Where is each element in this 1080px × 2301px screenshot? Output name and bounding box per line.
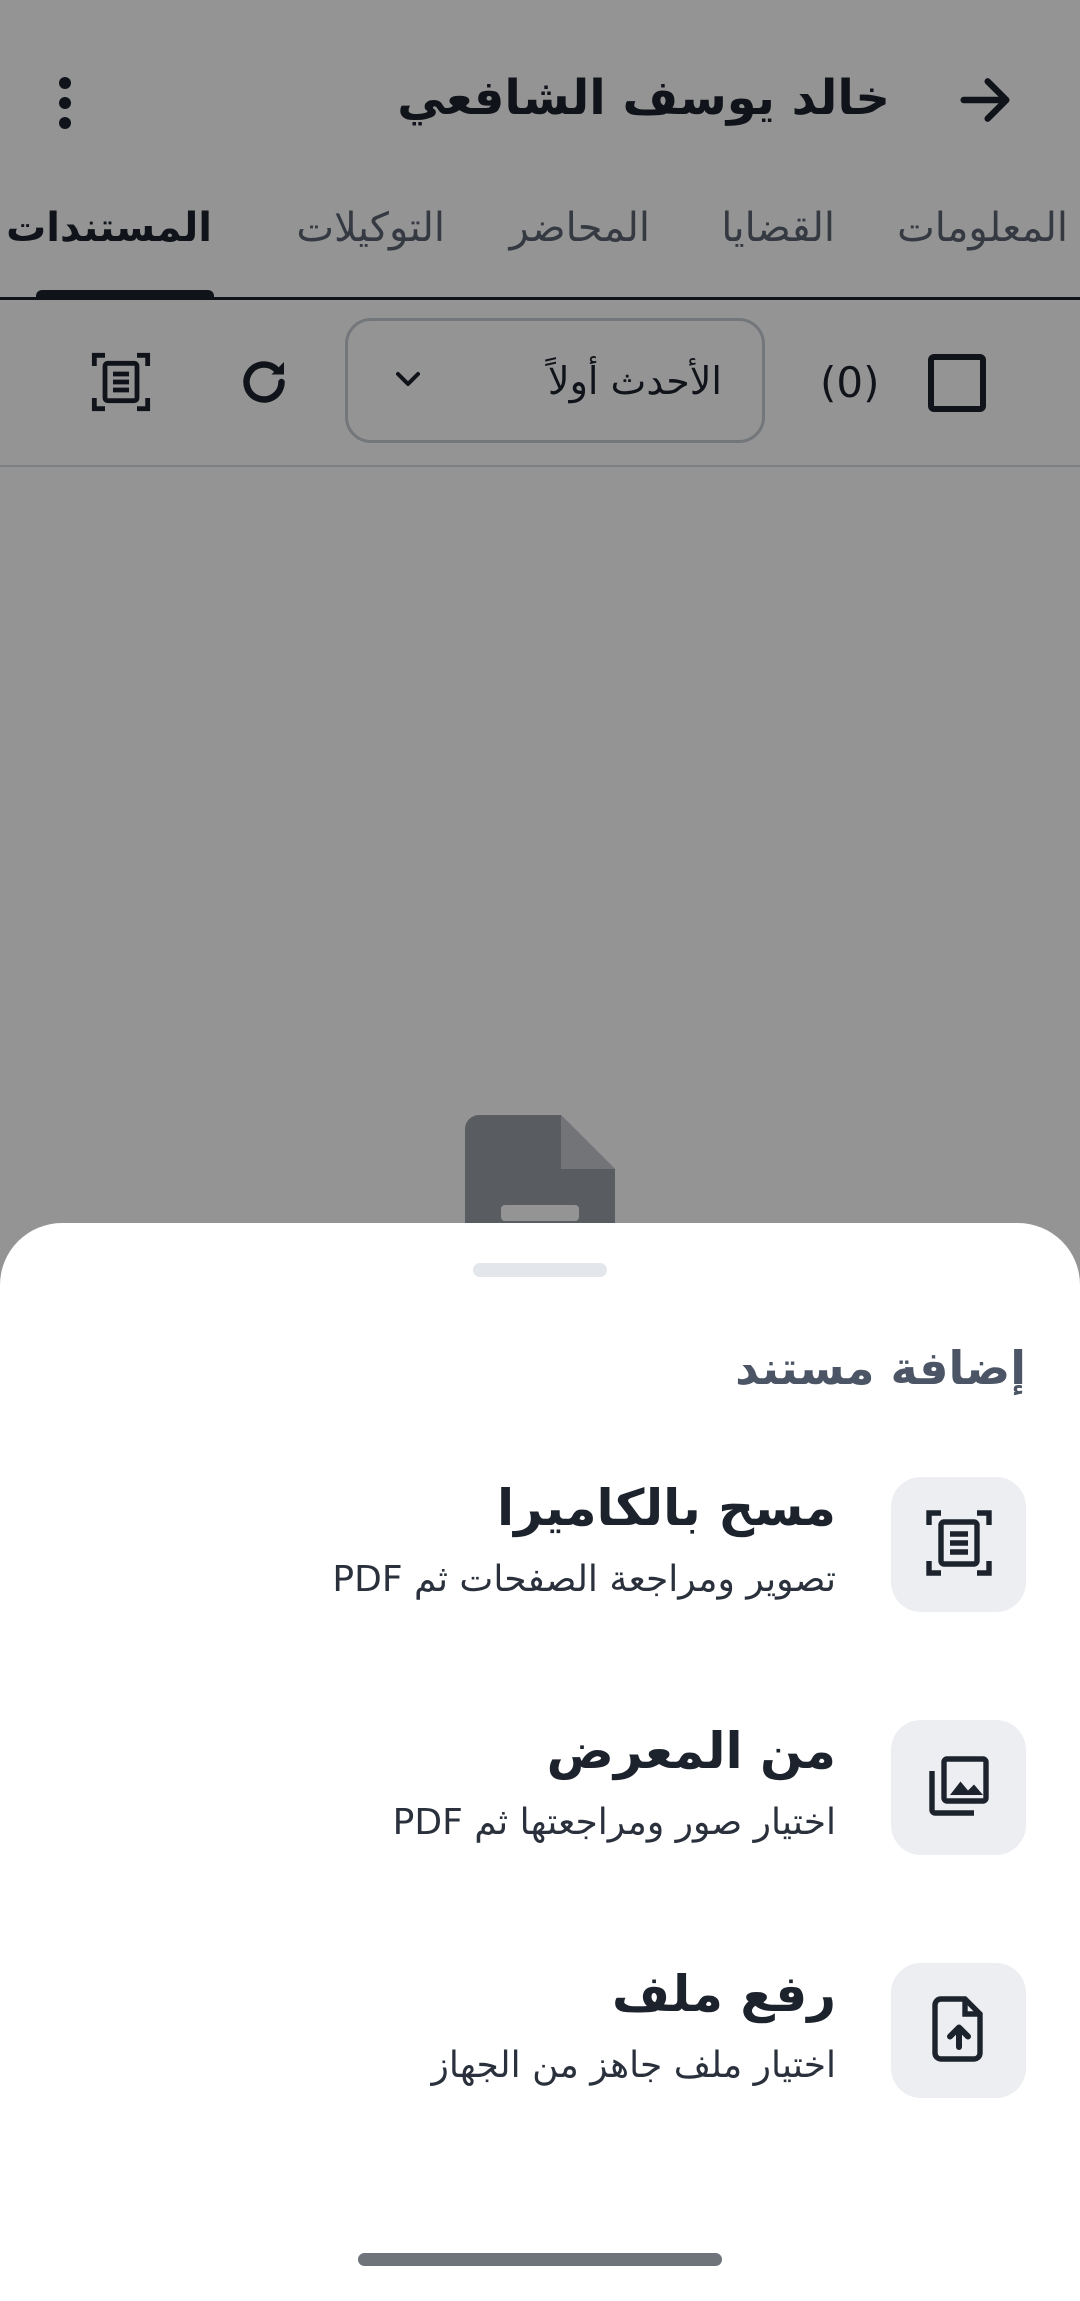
scan-with-camera-option[interactable]: مسح بالكاميرا تصوير ومراجعة الصفحات ثم P… — [0, 1477, 1080, 1677]
upload-file-option[interactable]: رفع ملف اختيار ملف جاهز من الجهاز — [0, 1963, 1080, 2163]
drag-handle[interactable] — [473, 1263, 607, 1277]
option-subtitle: اختيار صور ومراجعتها ثم PDF — [392, 1802, 836, 1843]
option-icon-tile — [891, 1963, 1026, 2098]
sheet-title: إضافة مستند — [735, 1341, 1026, 1395]
photo-library-icon — [923, 1750, 995, 1826]
option-title: رفع ملف — [612, 1965, 836, 2023]
option-icon-tile — [891, 1477, 1026, 1612]
add-document-sheet: إضافة مستند مسح بالكاميرا تصوير ومراجعة … — [0, 1223, 1080, 2301]
option-subtitle: تصوير ومراجعة الصفحات ثم PDF — [332, 1559, 836, 1600]
option-subtitle: اختيار ملف جاهز من الجهاز — [431, 2045, 837, 2086]
file-upload-icon — [923, 1993, 995, 2069]
from-gallery-option[interactable]: من المعرض اختيار صور ومراجعتها ثم PDF — [0, 1720, 1080, 1920]
option-icon-tile — [891, 1720, 1026, 1855]
document-scanner-icon — [923, 1507, 995, 1583]
home-indicator[interactable] — [358, 2253, 722, 2266]
option-title: من المعرض — [546, 1722, 836, 1780]
option-title: مسح بالكاميرا — [496, 1479, 836, 1537]
